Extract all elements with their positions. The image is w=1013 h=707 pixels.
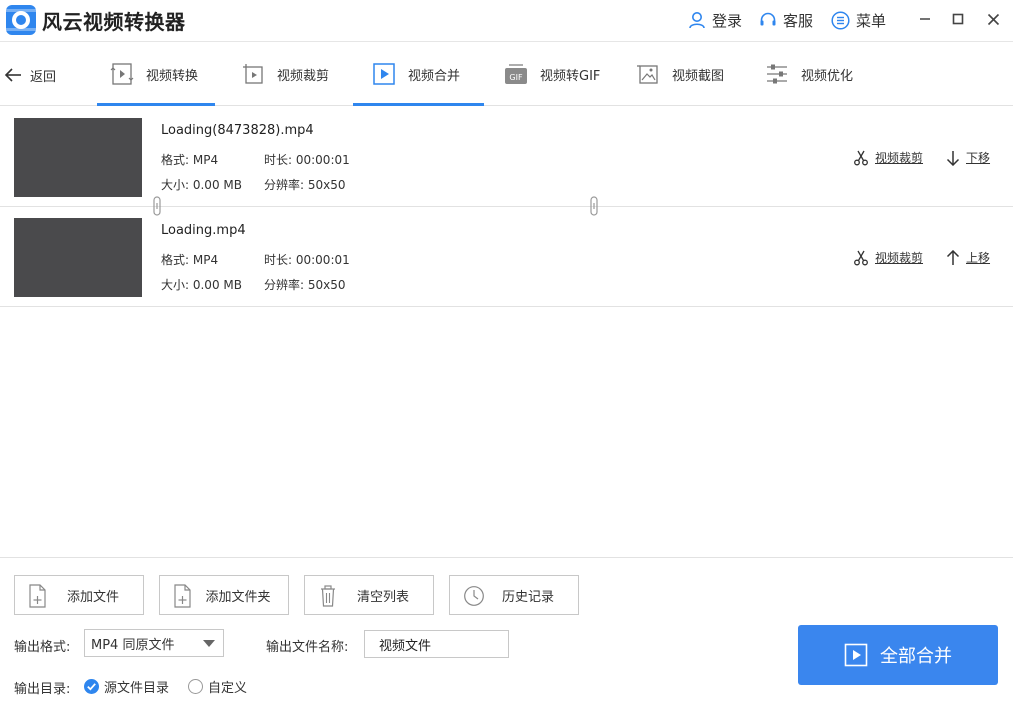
file-resolution: 分辨率: 50x50 bbox=[264, 178, 346, 192]
radio-unchecked-icon bbox=[188, 679, 203, 694]
radio-source-dir[interactable]: 源文件目录 bbox=[84, 677, 169, 696]
add-file-button[interactable]: 添加文件 bbox=[14, 575, 144, 615]
tab-label: 视频截图 bbox=[672, 68, 725, 84]
tab-video-convert[interactable]: 视频转换 bbox=[97, 42, 215, 106]
file-resolution: 分辨率: 50x50 bbox=[264, 278, 346, 292]
support-button[interactable]: 客服 bbox=[759, 9, 813, 31]
crop-label: 视频裁剪 bbox=[875, 251, 924, 265]
clear-list-label: 清空列表 bbox=[356, 589, 409, 605]
optimize-icon bbox=[767, 64, 787, 84]
merge-all-button[interactable]: 全部合并 bbox=[798, 625, 998, 685]
crop-link[interactable]: 视频裁剪 bbox=[853, 149, 923, 166]
file-name: Loading.mp4 bbox=[161, 223, 246, 238]
menu-button[interactable]: 菜单 bbox=[831, 9, 886, 31]
maximize-button[interactable] bbox=[947, 8, 969, 30]
history-label: 历史记录 bbox=[501, 589, 554, 605]
radio-checked-icon bbox=[84, 679, 99, 694]
output-format-value: MP4 同原文件 bbox=[91, 637, 175, 653]
file-duration: 时长: 00:00:01 bbox=[264, 153, 350, 167]
login-button[interactable]: 登录 bbox=[688, 9, 742, 31]
play-icon bbox=[844, 643, 868, 667]
tab-label: 视频裁剪 bbox=[277, 68, 330, 84]
arrow-up-icon bbox=[946, 249, 960, 265]
close-icon bbox=[987, 13, 999, 25]
file-size: 大小: 0.00 MB bbox=[161, 178, 242, 192]
tab-video-gif[interactable]: GIF 视频转GIF bbox=[504, 42, 600, 106]
user-icon bbox=[689, 12, 705, 29]
menu-icon bbox=[831, 10, 850, 30]
merge-all-label: 全部合并 bbox=[880, 646, 952, 667]
tab-label: 视频转换 bbox=[146, 68, 199, 84]
tab-video-merge[interactable]: 视频合并 bbox=[353, 42, 484, 106]
video-crop-icon bbox=[243, 64, 263, 84]
tab-bar: 返回 视频转换 视频裁剪 视频合并 GIF 视频转GIF 视频截图 视频优化 bbox=[0, 42, 1013, 106]
tab-video-crop[interactable]: 视频裁剪 bbox=[241, 42, 329, 106]
crop-label: 视频裁剪 bbox=[875, 151, 924, 165]
output-filename-input[interactable] bbox=[364, 630, 509, 658]
clock-icon bbox=[464, 586, 484, 606]
svg-text:GIF: GIF bbox=[509, 73, 523, 82]
tab-label: 视频转GIF bbox=[540, 68, 601, 84]
move-down-link[interactable]: 下移 bbox=[946, 149, 990, 166]
app-title: 风云视频转换器 bbox=[42, 10, 186, 34]
list-item: Loading(8473828).mp4 格式: MP4 时长: 00:00:0… bbox=[0, 107, 1013, 207]
radio-custom-dir-label: 自定义 bbox=[208, 681, 248, 696]
minimize-icon bbox=[920, 18, 930, 20]
app-logo-icon bbox=[6, 5, 36, 35]
chevron-down-icon bbox=[203, 640, 215, 647]
video-convert-icon bbox=[110, 63, 134, 85]
add-file-icon bbox=[29, 584, 46, 608]
radio-source-dir-label: 源文件目录 bbox=[104, 681, 170, 696]
file-size: 大小: 0.00 MB bbox=[161, 278, 242, 292]
output-format-select[interactable]: MP4 同原文件 bbox=[84, 629, 224, 657]
output-dir-label: 输出目录: bbox=[14, 682, 71, 697]
tab-underline bbox=[97, 103, 215, 106]
radio-custom-dir[interactable]: 自定义 bbox=[188, 677, 247, 696]
back-button[interactable]: 返回 bbox=[4, 64, 56, 86]
video-thumbnail bbox=[14, 118, 142, 197]
add-folder-label: 添加文件夹 bbox=[205, 589, 271, 605]
scissors-icon bbox=[854, 250, 868, 265]
file-format: 格式: MP4 bbox=[161, 253, 219, 267]
gif-icon: GIF bbox=[505, 64, 527, 84]
move-up-link[interactable]: 上移 bbox=[946, 249, 990, 266]
tab-video-optimize[interactable]: 视频优化 bbox=[765, 42, 853, 106]
tab-video-screenshot[interactable]: 视频截图 bbox=[636, 42, 724, 106]
video-thumbnail bbox=[14, 218, 142, 297]
file-name: Loading(8473828).mp4 bbox=[161, 123, 314, 138]
tab-label: 视频合并 bbox=[408, 68, 461, 84]
add-file-label: 添加文件 bbox=[66, 589, 119, 605]
arrow-left-icon bbox=[4, 68, 21, 82]
screenshot-icon bbox=[637, 65, 658, 84]
output-filename-label: 输出文件名称: bbox=[266, 640, 349, 655]
arrow-down-icon bbox=[946, 150, 960, 166]
clear-list-button[interactable]: 清空列表 bbox=[304, 575, 434, 615]
video-merge-icon bbox=[373, 63, 395, 85]
login-label: 登录 bbox=[712, 11, 743, 30]
file-duration: 时长: 00:00:01 bbox=[264, 253, 350, 267]
menu-label: 菜单 bbox=[856, 11, 887, 30]
tab-label: 视频优化 bbox=[801, 68, 854, 84]
add-folder-button[interactable]: 添加文件夹 bbox=[159, 575, 289, 615]
trash-icon bbox=[321, 585, 335, 607]
history-button[interactable]: 历史记录 bbox=[449, 575, 579, 615]
headset-icon bbox=[760, 12, 776, 26]
move-label: 上移 bbox=[966, 251, 991, 265]
minimize-button[interactable] bbox=[914, 8, 936, 30]
support-label: 客服 bbox=[783, 11, 814, 30]
add-folder-icon bbox=[174, 584, 191, 608]
move-label: 下移 bbox=[966, 151, 991, 165]
maximize-icon bbox=[952, 13, 964, 25]
title-bar: 风云视频转换器 登录 客服 菜单 bbox=[0, 0, 1013, 42]
file-format: 格式: MP4 bbox=[161, 153, 219, 167]
crop-link[interactable]: 视频裁剪 bbox=[853, 249, 923, 266]
close-button[interactable] bbox=[982, 8, 1004, 30]
back-label: 返回 bbox=[30, 69, 57, 85]
scissors-icon bbox=[854, 150, 868, 165]
tab-underline-active bbox=[353, 103, 484, 106]
list-item: Loading.mp4 格式: MP4 时长: 00:00:01 大小: 0.0… bbox=[0, 207, 1013, 307]
output-format-label: 输出格式: bbox=[14, 640, 71, 655]
